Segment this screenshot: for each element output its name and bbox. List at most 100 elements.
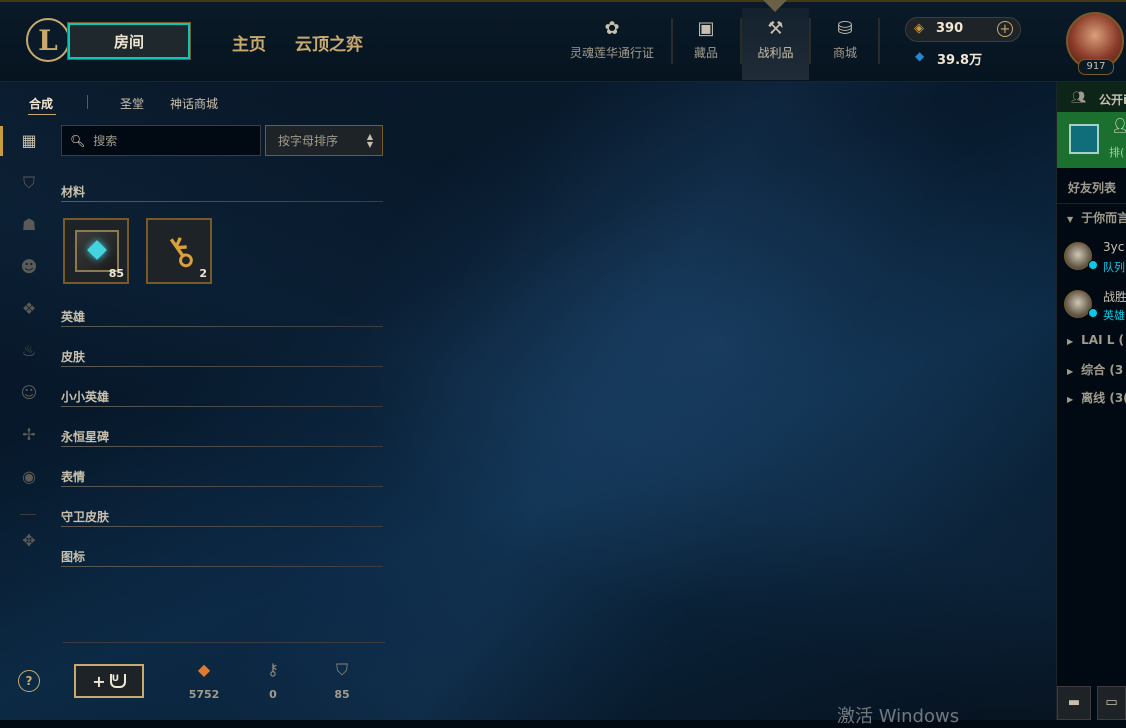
system-button[interactable]: ▭ (1097, 686, 1126, 720)
nav-loot-label: 战利品 (757, 46, 794, 60)
divider (61, 566, 383, 567)
search-box[interactable]: 🔍︎ (61, 125, 261, 156)
rank-emblem-icon (1069, 124, 1099, 154)
profile-icon[interactable]: ◉ (18, 466, 40, 488)
league-logo[interactable]: L (26, 18, 70, 62)
friend-status: 队列 (1103, 261, 1125, 274)
divider (61, 486, 383, 487)
blue-essence-amount: 39.8万 (937, 53, 983, 68)
eternals-icon[interactable]: ✥ (18, 530, 40, 552)
nav-collection-label: 藏品 (693, 46, 718, 60)
nav-home[interactable]: 主页 (232, 30, 266, 55)
nav-collection[interactable]: ▣ 藏品 (676, 8, 736, 80)
blue-essence-icon: ◆ (915, 49, 925, 63)
search-icon: 🔍︎ (70, 133, 86, 148)
sort-chevron-icon: ▲ ▼ (366, 132, 373, 149)
divider (61, 366, 383, 367)
public-status-row[interactable]: 👥︎ 公开i (1057, 82, 1126, 112)
group-label: 离线 (3( (1081, 391, 1126, 405)
friend-group[interactable]: ▶ 综合 (3 (1067, 361, 1123, 378)
friend-status: 英雄 (1103, 309, 1125, 322)
loot-bar-divider (63, 642, 385, 643)
category-materials[interactable]: 材料 (61, 183, 383, 202)
tab-divider (87, 95, 88, 109)
loot-tile-key[interactable]: ⚷ 2 (146, 218, 212, 284)
caret-right-icon: ▶ (1067, 367, 1074, 376)
play-button[interactable]: 房间 (67, 22, 191, 60)
statue-icon[interactable]: ♨ (18, 340, 40, 362)
friend-group-expanded[interactable]: ▼ 于你而言 (1067, 209, 1126, 226)
profile-card[interactable]: 👤︎ 排( (1057, 112, 1126, 168)
coins-icon: ⛁ (837, 18, 853, 39)
tab-mythic-shop[interactable]: 神话商城 (170, 95, 218, 112)
hextech-chest-icon (75, 230, 119, 272)
resource-chest: ⛉ 85 (317, 660, 367, 701)
friend-group[interactable]: ▶ 离线 (3( (1067, 389, 1126, 406)
category-little-legends[interactable]: 小小英雄 (61, 388, 383, 407)
orange-essence-icon: ◆ (197, 660, 211, 679)
mask-icon[interactable]: ☻ (18, 256, 40, 278)
buy-rp-button[interactable]: + (997, 21, 1013, 37)
resource-orange-essence: ◆ 5752 (179, 660, 229, 701)
divider (61, 406, 383, 407)
chest-icon[interactable]: ⛉ (18, 172, 40, 194)
nav-loot[interactable]: ⚒ 战利品 (742, 8, 809, 80)
category-ward-skins[interactable]: 守卫皮肤 (61, 508, 383, 527)
nav-tft[interactable]: 云顶之弈 (295, 30, 363, 55)
resource-value: 5752 (188, 688, 220, 701)
category-label: 图标 (61, 550, 86, 564)
grid-icon[interactable]: ▦ (18, 130, 40, 152)
nav-pass-label: 灵魂莲华通行证 (569, 46, 654, 60)
category-label: 材料 (61, 185, 86, 199)
category-label: 守卫皮肤 (61, 510, 110, 524)
category-label: 英雄 (61, 310, 86, 324)
tab-crafting[interactable]: 合成 (29, 95, 53, 112)
loot-count: 85 (108, 267, 124, 280)
ward-icon[interactable]: ✢ (18, 424, 40, 446)
category-label: 表情 (61, 470, 86, 484)
search-input[interactable] (91, 132, 246, 149)
category-skins[interactable]: 皮肤 (61, 348, 383, 367)
sort-dropdown[interactable]: 按字母排序 ▲ ▼ (265, 125, 383, 156)
divider (61, 446, 383, 447)
category-emotes[interactable]: 表情 (61, 468, 383, 487)
caret-right-icon: ▶ (1067, 395, 1074, 404)
chat-button[interactable]: ▬ (1057, 686, 1091, 720)
sort-label: 按字母排序 (278, 134, 339, 148)
emote-icon[interactable]: ☺ (18, 382, 40, 404)
nav-separator (809, 18, 811, 64)
key-fragment-icon: ⚷ (267, 660, 279, 679)
rail-separator (20, 514, 36, 515)
social-panel: 👥︎ 公开i 👤︎ 排( 好友列表 ▼ 于你而言 3yc 队列 战胜 英雄 ▶ LA… (1056, 82, 1126, 720)
tab-sanctum[interactable]: 圣堂 (120, 95, 144, 112)
nav-store-label: 商城 (832, 46, 857, 60)
online-indicator (1088, 308, 1098, 318)
resource-value: 0 (269, 688, 277, 701)
helmet-icon[interactable]: ☗ (18, 214, 40, 236)
loot-count: 2 (199, 267, 207, 280)
friend-group[interactable]: ▶ LAI L ( (1067, 333, 1124, 347)
category-icons[interactable]: 图标 (61, 548, 383, 567)
computer-icon: ▭ (1105, 695, 1118, 710)
resource-key-fragment: ⚷ 0 (248, 660, 298, 701)
profile-status: 排( (1109, 146, 1125, 159)
creature-icon[interactable]: ❖ (18, 298, 40, 320)
divider (1057, 203, 1126, 204)
craft-key-button[interactable]: + U (74, 664, 144, 698)
online-indicator (1088, 260, 1098, 270)
nav-store[interactable]: ⛁ 商城 (814, 8, 876, 80)
friends-list-title: 好友列表 (1068, 181, 1117, 195)
category-champions[interactable]: 英雄 (61, 308, 383, 327)
resource-value: 85 (334, 688, 350, 701)
summoner-level: 917 (1078, 59, 1114, 75)
friend-name[interactable]: 3yc (1103, 240, 1124, 254)
friend-name[interactable]: 战胜 (1103, 288, 1126, 305)
help-button[interactable]: ? (18, 670, 40, 692)
caret-right-icon: ▶ (1067, 337, 1074, 346)
divider (61, 326, 383, 327)
loot-tile-chest[interactable]: 85 (63, 218, 129, 284)
rail-active-indicator (0, 126, 3, 156)
craft-plus: + (92, 671, 106, 691)
category-eternals[interactable]: 永恒星碑 (61, 428, 383, 447)
nav-pass[interactable]: ✿ 灵魂莲华通行证 (566, 8, 658, 80)
